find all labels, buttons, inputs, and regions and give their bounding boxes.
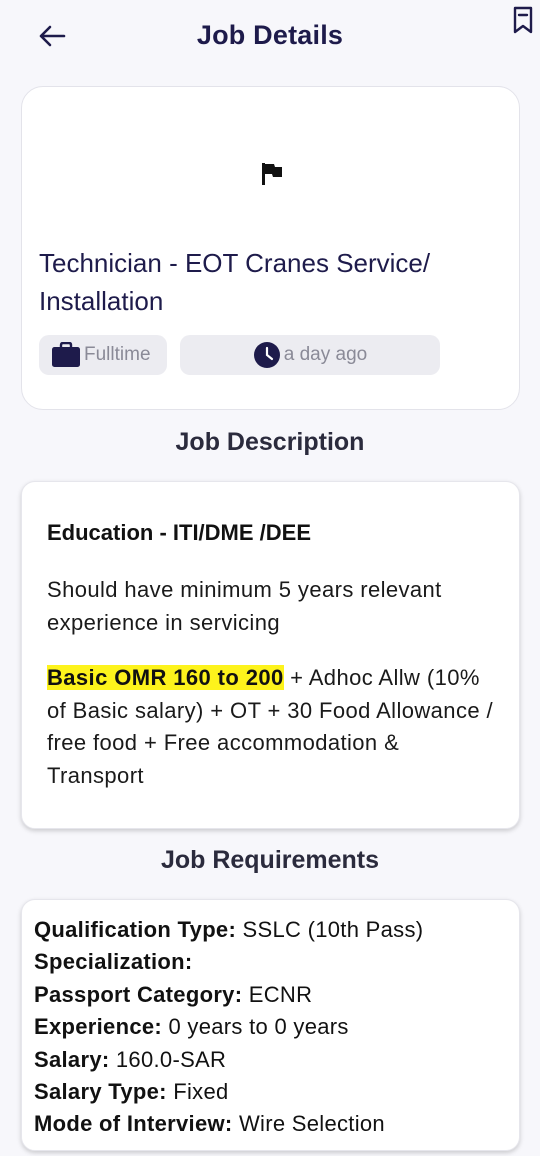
- requirement-label: Specialization:: [34, 949, 193, 975]
- job-description-heading: Job Description: [175, 428, 365, 456]
- requirement-passport: Passport Category: ECNR: [34, 979, 423, 1011]
- briefcase-icon: [52, 342, 80, 367]
- requirement-interview-mode: Mode of Interview: Wire Selection: [34, 1108, 423, 1140]
- requirement-label: Experience:: [34, 1014, 163, 1040]
- posted-time-label: a day ago: [283, 344, 368, 365]
- job-summary-card: Technician - EOT Cranes Service/ Install…: [21, 86, 520, 410]
- job-type-chip: Fulltime: [39, 335, 167, 375]
- education-requirement: Education - ITI/DME /DEE: [47, 520, 312, 545]
- requirement-value: 160.0-SAR: [109, 1046, 227, 1072]
- job-description-card: Education - ITI/DME /DEE Should have min…: [21, 481, 520, 829]
- requirement-value: Fixed: [166, 1079, 229, 1105]
- salary-paragraph: Basic OMR 160 to 200 + Adhoc Allw (10% o…: [47, 662, 502, 792]
- requirement-experience: Experience: 0 years to 0 years: [34, 1011, 423, 1043]
- requirement-label: Salary:: [34, 1046, 110, 1072]
- bookmark-icon: [513, 6, 533, 34]
- requirement-label: Mode of Interview:: [34, 1111, 233, 1137]
- page-title: Job Details: [196, 20, 344, 50]
- salary-highlight: Basic OMR 160 to 200: [47, 665, 284, 690]
- flag-icon: [262, 163, 282, 185]
- requirement-value: SSLC (10th Pass): [236, 917, 424, 942]
- job-type-label: Fulltime: [84, 344, 151, 365]
- requirement-value: ECNR: [242, 981, 313, 1007]
- requirement-value: 0 years to 0 years: [162, 1014, 349, 1040]
- job-requirements-heading: Job Requirements: [160, 846, 380, 874]
- requirement-label: Qualification Type:: [34, 917, 237, 942]
- requirement-specialization: Specialization:: [34, 946, 423, 978]
- job-requirements-card: Qualification Type: SSLC (10th Pass) Spe…: [21, 899, 520, 1151]
- app-header: Job Details: [0, 0, 540, 80]
- experience-text: Should have minimum 5 years relevant exp…: [47, 577, 442, 635]
- requirement-salary-type: Salary Type: Fixed: [34, 1076, 423, 1108]
- requirements-list: Qualification Type: SSLC (10th Pass) Spe…: [34, 914, 423, 1141]
- requirement-label: Passport Category:: [34, 981, 243, 1007]
- requirement-value: Wire Selection: [232, 1111, 385, 1137]
- clock-icon: [253, 342, 280, 368]
- posted-time-chip: a day ago: [180, 335, 440, 375]
- bookmark-button[interactable]: [508, 2, 538, 38]
- requirement-qualification: Qualification Type: SSLC (10th Pass): [34, 914, 423, 946]
- job-title: Technician - EOT Cranes Service/ Install…: [39, 248, 431, 316]
- requirement-label: Salary Type:: [34, 1079, 167, 1105]
- requirement-salary: Salary: 160.0-SAR: [34, 1044, 423, 1076]
